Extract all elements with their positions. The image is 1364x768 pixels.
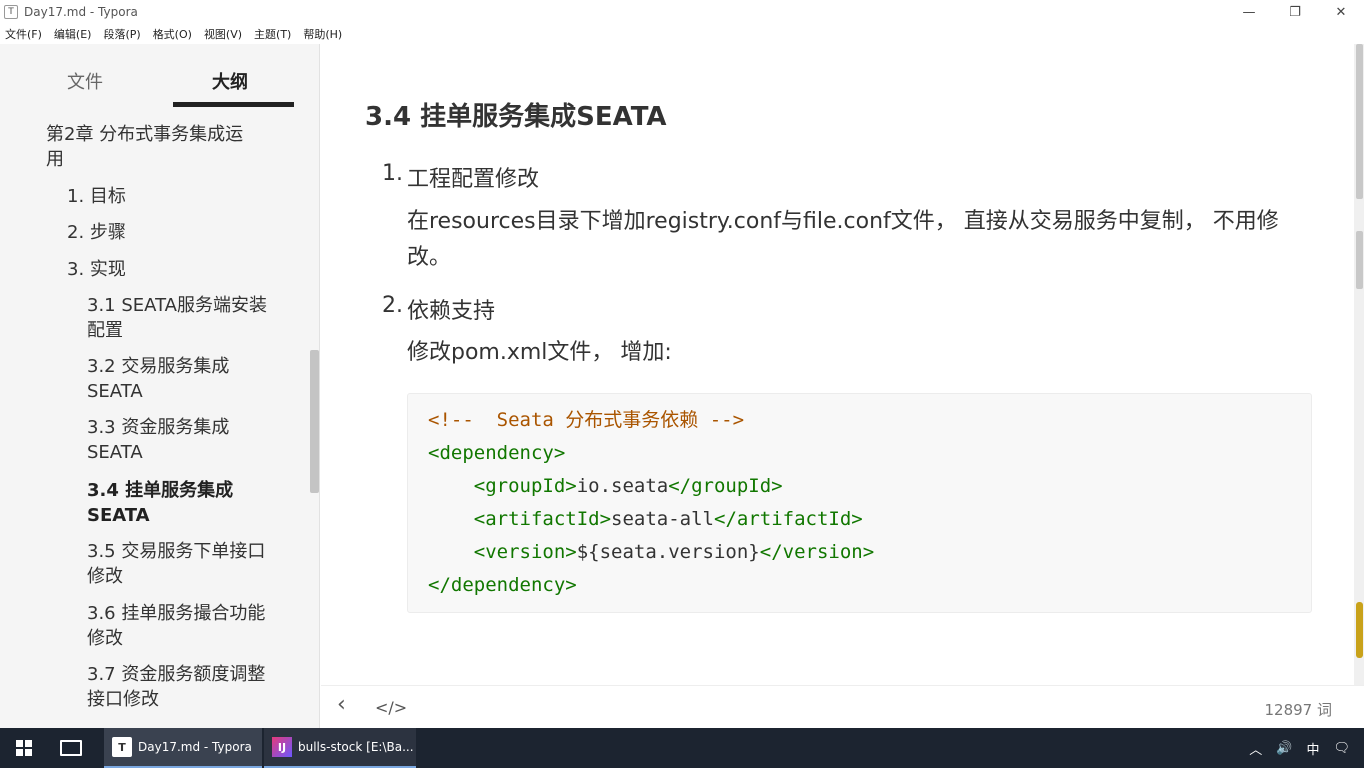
- list-number-1: 1.: [382, 161, 403, 186]
- code-line-6: </dependency>: [428, 571, 577, 599]
- outline-item-implement[interactable]: 3. 实现: [67, 257, 126, 282]
- menu-paragraph[interactable]: 段落(P): [103, 26, 140, 42]
- code-comment: <!-- Seata 分布式事务依赖 -->: [428, 409, 745, 431]
- windows-logo-icon: [16, 740, 32, 756]
- typora-icon: T: [112, 737, 132, 757]
- taskbar-app-typora[interactable]: T Day17.md - Typora: [104, 728, 262, 768]
- outline-item-3-2-cont[interactable]: SEATA: [87, 379, 143, 404]
- taskbar-app-intellij[interactable]: IJ bulls-stock [E:\Ba...: [264, 728, 416, 768]
- sidebar-scrollbar[interactable]: [310, 350, 319, 493]
- outline-item-3-6-cont[interactable]: 修改: [87, 626, 123, 651]
- menu-edit[interactable]: 编辑(E): [54, 26, 92, 42]
- ime-indicator[interactable]: 中: [1306, 739, 1319, 758]
- window-controls: — ❐ ✕: [1226, 0, 1364, 24]
- paragraph-1-line-1: 在resources目录下增加registry.conf与file.conf文件…: [407, 209, 1279, 234]
- code-text-groupid: io.seata: [576, 475, 669, 497]
- task-view-icon[interactable]: [60, 740, 82, 756]
- menu-bar: 文件(F) 编辑(E) 段落(P) 格式(O) 视图(V) 主题(T) 帮助(H…: [0, 24, 1364, 44]
- code-text-version: ${seata.version}: [576, 541, 760, 563]
- outline-item-steps[interactable]: 2. 步骤: [67, 220, 126, 245]
- tray-chevron-up-icon[interactable]: ︿: [1249, 739, 1262, 758]
- list-item-2: 依赖支持: [407, 299, 496, 324]
- paragraph-1-line-2: 改。: [407, 245, 452, 270]
- active-tab-indicator: [173, 102, 294, 107]
- window-title: Day17.md - Typora: [24, 5, 138, 19]
- code-tag-version-open: <version>: [473, 541, 577, 563]
- source-code-mode-icon[interactable]: </>: [375, 698, 407, 717]
- start-button[interactable]: [0, 728, 48, 768]
- code-block[interactable]: <!-- Seata 分布式事务依赖 --> <dependency> <gro…: [407, 393, 1312, 613]
- paragraph-2: 修改pom.xml文件， 增加:: [407, 340, 672, 365]
- menu-theme[interactable]: 主题(T): [254, 26, 291, 42]
- scrollbar-thumb-highlight[interactable]: [1356, 602, 1363, 658]
- outline-item-3-1-cont[interactable]: 配置: [87, 318, 123, 343]
- outline-item-3-2[interactable]: 3.2 交易服务集成: [87, 354, 229, 379]
- menu-view[interactable]: 视图(V): [204, 26, 242, 42]
- menu-format[interactable]: 格式(O): [153, 26, 192, 42]
- taskbar-app-label: Day17.md - Typora: [138, 740, 252, 754]
- status-bar: ‹ </> 12897 词: [321, 685, 1364, 728]
- code-line-5: <version>${seata.version}</version>: [428, 538, 874, 566]
- code-text-artifactid: seata-all: [611, 508, 714, 530]
- outline-item-chapter2-cont[interactable]: 用: [46, 147, 64, 172]
- outline-item-3-3-cont[interactable]: SEATA: [87, 440, 143, 465]
- outline-item-3-1[interactable]: 3.1 SEATA服务端安装: [87, 293, 267, 318]
- menu-file[interactable]: 文件(F): [5, 26, 42, 42]
- system-tray: ︿ 🔊 中 🗨: [1249, 728, 1364, 768]
- windows-taskbar: T Day17.md - Typora IJ bulls-stock [E:\B…: [0, 728, 1364, 768]
- outline-item-3-5-cont[interactable]: 修改: [87, 564, 123, 589]
- minimize-button[interactable]: —: [1226, 0, 1272, 24]
- outline-item-goal[interactable]: 1. 目标: [67, 184, 126, 209]
- code-tag-dependency-open: <dependency>: [428, 442, 566, 464]
- scrollbar-thumb-top[interactable]: [1356, 44, 1363, 199]
- code-tag-groupid-close: </groupId>: [668, 475, 783, 497]
- list-number-2: 2.: [382, 293, 403, 318]
- code-line-1: <!-- Seata 分布式事务依赖 -->: [428, 406, 744, 434]
- outline-item-3-7-cont[interactable]: 接口修改: [87, 687, 159, 712]
- notification-icon[interactable]: 🗨: [1333, 741, 1350, 756]
- taskbar-app-label: bulls-stock [E:\Ba...: [298, 740, 414, 754]
- outline-item-3-4-cont[interactable]: SEATA: [87, 503, 150, 528]
- sidebar-tabs: 文件 大纲: [0, 44, 319, 110]
- code-line-2: <dependency>: [428, 439, 565, 467]
- intellij-icon: IJ: [272, 737, 292, 757]
- code-tag-artifactid-close: </artifactId>: [714, 508, 863, 530]
- code-tag-version-close: </version>: [759, 541, 875, 563]
- close-button[interactable]: ✕: [1318, 0, 1364, 24]
- title-bar: T Day17.md - Typora — ❐ ✕: [0, 0, 1364, 24]
- word-count[interactable]: 12897 词: [1265, 699, 1333, 720]
- back-icon[interactable]: ‹: [337, 692, 346, 717]
- code-line-3: <groupId>io.seata</groupId>: [428, 472, 783, 500]
- editor-content[interactable]: 3.4 挂单服务集成SEATA 1. 工程配置修改 在resources目录下增…: [321, 44, 1354, 685]
- code-tag-dependency-close: </dependency>: [428, 574, 577, 596]
- outline-item-3-4-active[interactable]: 3.4 挂单服务集成: [87, 478, 233, 503]
- section-heading: 3.4 挂单服务集成SEATA: [365, 102, 667, 132]
- tab-files[interactable]: 文件: [67, 68, 103, 94]
- outline-item-3-7[interactable]: 3.7 资金服务额度调整: [87, 662, 265, 687]
- list-item-1: 工程配置修改: [407, 167, 540, 192]
- scrollbar-thumb-middle[interactable]: [1356, 231, 1363, 289]
- tab-outline[interactable]: 大纲: [212, 68, 248, 94]
- code-tag-artifactid-open: <artifactId>: [473, 508, 612, 530]
- outline-item-chapter2[interactable]: 第2章 分布式事务集成运: [46, 122, 243, 147]
- sidebar: 文件 大纲 第2章 分布式事务集成运 用 1. 目标 2. 步骤 3. 实现 3…: [0, 44, 320, 728]
- menu-help[interactable]: 帮助(H): [303, 26, 342, 42]
- typora-app-icon: T: [4, 5, 18, 19]
- code-tag-groupid-open: <groupId>: [473, 475, 577, 497]
- outline-item-3-3[interactable]: 3.3 资金服务集成: [87, 415, 229, 440]
- outline-item-3-6[interactable]: 3.6 挂单服务撮合功能: [87, 601, 265, 626]
- restore-button[interactable]: ❐: [1272, 0, 1318, 24]
- code-line-4: <artifactId>seata-all</artifactId>: [428, 505, 863, 533]
- outline-item-3-5[interactable]: 3.5 交易服务下单接口: [87, 539, 265, 564]
- volume-icon[interactable]: 🔊: [1276, 741, 1292, 756]
- editor-scrollbar[interactable]: [1354, 44, 1364, 685]
